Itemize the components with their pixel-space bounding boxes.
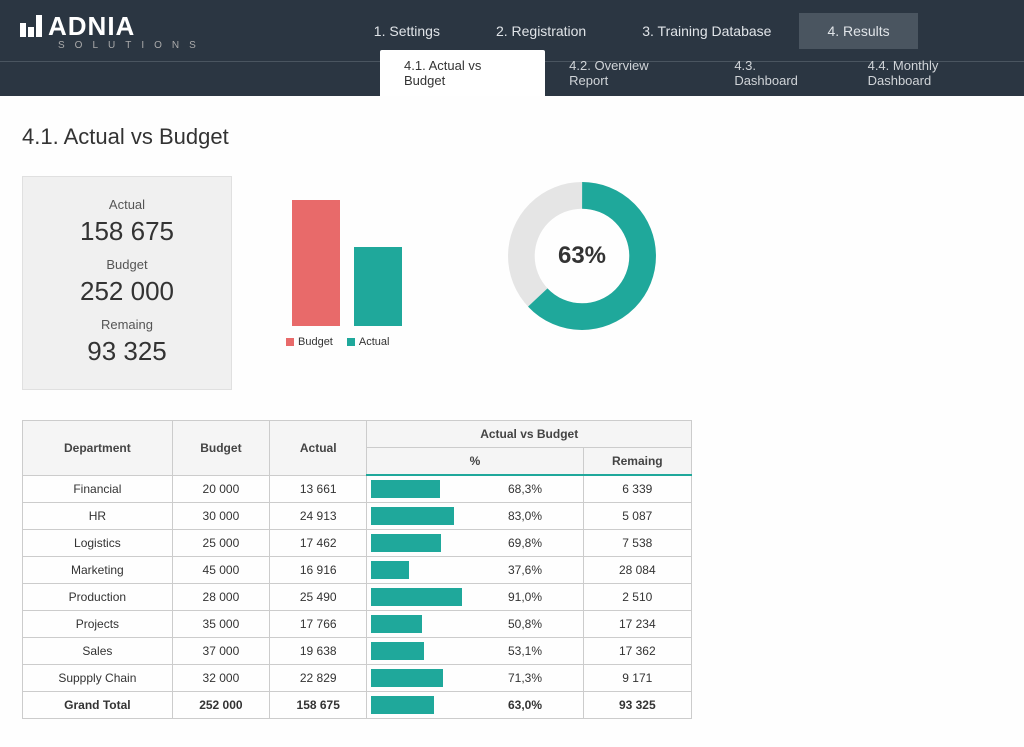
tab-overview-report[interactable]: 4.2. Overview Report — [545, 50, 710, 96]
legend-actual-label: Actual — [359, 336, 390, 348]
summary-row: Actual 158 675 Budget 252 000 Remaing 93… — [22, 176, 1002, 390]
cell-budget: 32 000 — [172, 665, 269, 692]
legend-budget-label: Budget — [298, 336, 333, 348]
cell-pct: 91,0% — [367, 584, 583, 611]
donut-label: 63% — [558, 242, 606, 270]
th-budget: Budget — [172, 421, 269, 476]
cell-budget: 252 000 — [172, 692, 269, 719]
cell-budget: 30 000 — [172, 503, 269, 530]
bar-budget — [292, 200, 340, 326]
cell-department: Financial — [23, 475, 173, 503]
table-row: Projects35 00017 76650,8%17 234 — [23, 611, 692, 638]
table-row: Financial20 00013 66168,3%6 339 — [23, 475, 692, 503]
logo-icon — [20, 15, 42, 37]
table-row: HR30 00024 91383,0%5 087 — [23, 503, 692, 530]
bar-chart: Budget Actual — [262, 176, 462, 348]
th-avb: Actual vs Budget — [367, 421, 692, 448]
cell-department: Logistics — [23, 530, 173, 557]
cell-department: Projects — [23, 611, 173, 638]
page-content: 4.1. Actual vs Budget Actual 158 675 Bud… — [0, 96, 1024, 747]
table-row: Production28 00025 49091,0%2 510 — [23, 584, 692, 611]
cell-budget: 45 000 — [172, 557, 269, 584]
tab-monthly-dashboard[interactable]: 4.4. Monthly Dashboard — [844, 50, 1024, 96]
cell-pct: 69,8% — [367, 530, 583, 557]
cell-remaining: 6 339 — [583, 475, 691, 503]
actual-label: Actual — [23, 197, 231, 212]
nav-results[interactable]: 4. Results — [799, 13, 917, 49]
cell-department: HR — [23, 503, 173, 530]
cell-remaining: 2 510 — [583, 584, 691, 611]
bar-actual — [354, 247, 402, 326]
cell-actual: 24 913 — [270, 503, 367, 530]
table-row: Sales37 00019 63853,1%17 362 — [23, 638, 692, 665]
cell-pct: 83,0% — [367, 503, 583, 530]
nav-training-database[interactable]: 3. Training Database — [614, 13, 799, 49]
cell-remaining: 17 362 — [583, 638, 691, 665]
table-row: Marketing45 00016 91637,6%28 084 — [23, 557, 692, 584]
cell-pct: 37,6% — [367, 557, 583, 584]
th-actual: Actual — [270, 421, 367, 476]
cell-actual: 17 462 — [270, 530, 367, 557]
tab-dashboard[interactable]: 4.3. Dashboard — [710, 50, 843, 96]
table-row: Logistics25 00017 46269,8%7 538 — [23, 530, 692, 557]
legend-actual: Actual — [347, 336, 390, 348]
th-pct: % — [367, 448, 583, 476]
table-row: Suppply Chain32 00022 82971,3%9 171 — [23, 665, 692, 692]
cell-remaining: 93 325 — [583, 692, 691, 719]
cell-actual: 25 490 — [270, 584, 367, 611]
cell-actual: 16 916 — [270, 557, 367, 584]
tab-actual-vs-budget[interactable]: 4.1. Actual vs Budget — [380, 50, 545, 96]
summary-card: Actual 158 675 Budget 252 000 Remaing 93… — [22, 176, 232, 390]
cell-budget: 28 000 — [172, 584, 269, 611]
cell-actual: 17 766 — [270, 611, 367, 638]
nav-settings[interactable]: 1. Settings — [346, 13, 468, 49]
cell-department: Production — [23, 584, 173, 611]
donut-chart: 63% — [492, 176, 672, 336]
remaining-value: 93 325 — [23, 336, 231, 367]
cell-pct: 68,3% — [367, 475, 583, 503]
actual-value: 158 675 — [23, 216, 231, 247]
cell-budget: 37 000 — [172, 638, 269, 665]
budget-value: 252 000 — [23, 276, 231, 307]
cell-department: Grand Total — [23, 692, 173, 719]
legend-budget: Budget — [286, 336, 333, 348]
legend-swatch-budget — [286, 338, 294, 346]
page-title: 4.1. Actual vs Budget — [22, 124, 1002, 150]
cell-remaining: 28 084 — [583, 557, 691, 584]
th-department: Department — [23, 421, 173, 476]
grand-total-row: Grand Total252 000158 67563,0%93 325 — [23, 692, 692, 719]
cell-actual: 158 675 — [270, 692, 367, 719]
cell-remaining: 17 234 — [583, 611, 691, 638]
bar-legend: Budget Actual — [262, 336, 462, 348]
cell-department: Suppply Chain — [23, 665, 173, 692]
remaining-label: Remaing — [23, 317, 231, 332]
cell-pct: 53,1% — [367, 638, 583, 665]
cell-budget: 20 000 — [172, 475, 269, 503]
cell-department: Marketing — [23, 557, 173, 584]
cell-remaining: 5 087 — [583, 503, 691, 530]
logo-subtitle: SOLUTIONS — [58, 40, 206, 51]
legend-swatch-actual — [347, 338, 355, 346]
cell-actual: 19 638 — [270, 638, 367, 665]
cell-remaining: 7 538 — [583, 530, 691, 557]
cell-budget: 25 000 — [172, 530, 269, 557]
sub-nav: 4.1. Actual vs Budget 4.2. Overview Repo… — [0, 62, 1024, 96]
cell-pct: 63,0% — [367, 692, 583, 719]
main-nav: 1. Settings 2. Registration 3. Training … — [346, 13, 918, 49]
data-table: Department Budget Actual Actual vs Budge… — [22, 420, 692, 719]
th-remaining: Remaing — [583, 448, 691, 476]
logo-name: ADNIA — [48, 11, 135, 42]
budget-label: Budget — [23, 257, 231, 272]
cell-actual: 13 661 — [270, 475, 367, 503]
cell-remaining: 9 171 — [583, 665, 691, 692]
logo: ADNIA SOLUTIONS — [20, 11, 206, 51]
cell-department: Sales — [23, 638, 173, 665]
nav-registration[interactable]: 2. Registration — [468, 13, 614, 49]
cell-actual: 22 829 — [270, 665, 367, 692]
cell-pct: 71,3% — [367, 665, 583, 692]
cell-pct: 50,8% — [367, 611, 583, 638]
cell-budget: 35 000 — [172, 611, 269, 638]
